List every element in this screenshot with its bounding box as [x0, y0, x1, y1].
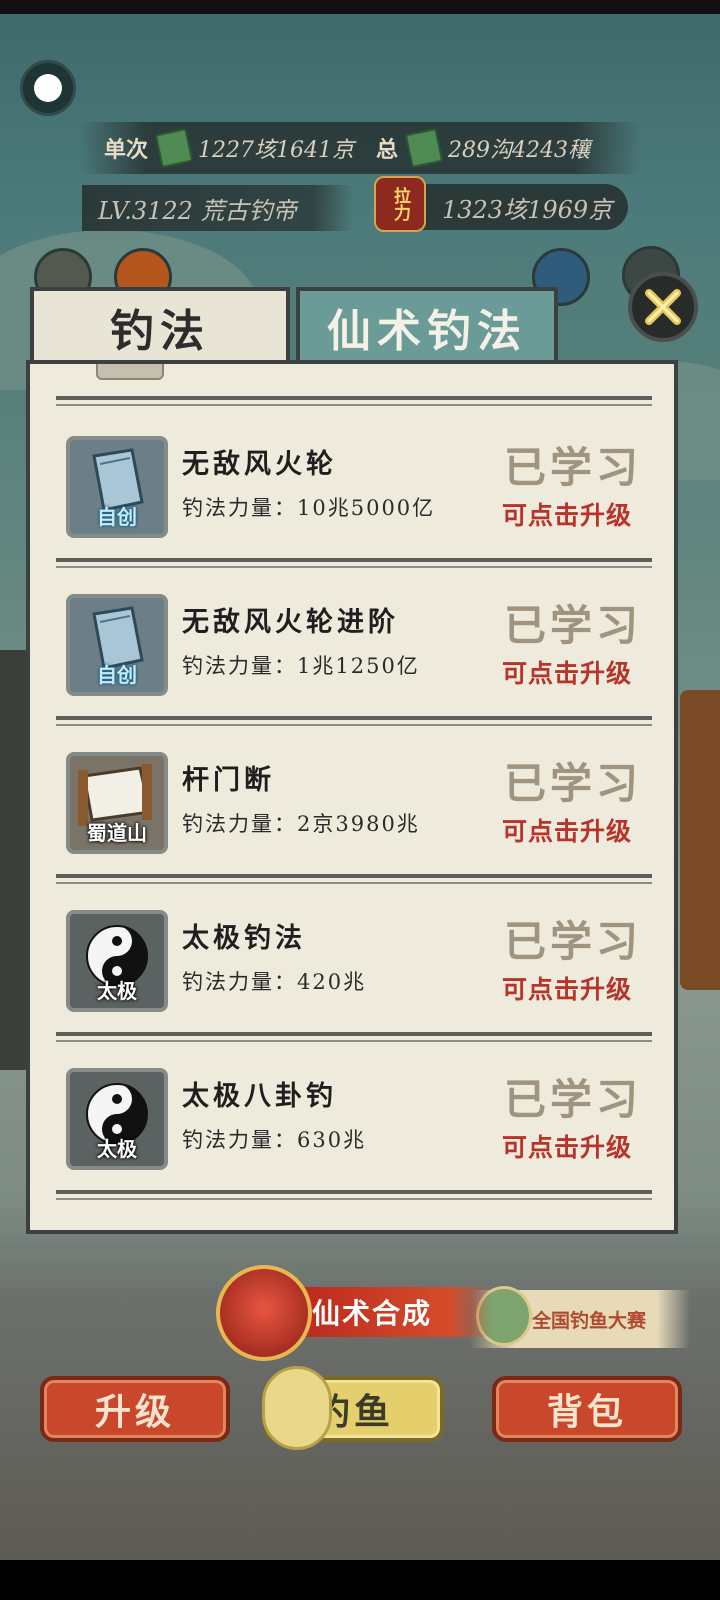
pull-power-icon: 拉力 [374, 176, 426, 232]
upgrade-button[interactable]: 升级 [40, 1376, 230, 1442]
taiji-icon: 太极 [66, 1068, 168, 1170]
skill-name: 无敌风火轮 [182, 449, 337, 480]
upgrade-hint[interactable]: 可点击升级 [502, 654, 632, 690]
total-value: 289沟4243穰 [448, 138, 590, 163]
skill-tag: 自创 [97, 505, 137, 529]
menu-dot-button[interactable] [20, 60, 76, 116]
background-boat [680, 690, 720, 990]
skill-list-panel[interactable]: 自创 无敌风火轮 钓法力量：10兆5000亿 已学习 可点击升级 自创 无敌风火… [26, 360, 678, 1234]
skill-row[interactable]: 自创 无敌风火轮进阶 钓法力量：1兆1250亿 已学习 可点击升级 [30, 564, 674, 722]
skill-power: 钓法力量：2京3980兆 [182, 812, 420, 836]
upgrade-hint[interactable]: 可点击升级 [502, 812, 632, 848]
bag-button[interactable]: 背包 [492, 1376, 682, 1442]
divider [56, 1190, 652, 1200]
learned-status: 已学习 [504, 1075, 643, 1124]
synthesis-label: 仙术合成 [282, 1287, 492, 1337]
meditating-figure-icon [216, 1265, 312, 1361]
learned-status: 已学习 [504, 759, 643, 808]
blue-scroll-icon: 自创 [66, 436, 168, 538]
close-button[interactable] [628, 272, 698, 342]
skill-tag: 蜀道山 [87, 821, 147, 845]
learned-status: 已学习 [504, 443, 643, 492]
total-label: 总 [376, 137, 399, 163]
banknote-icon [154, 128, 194, 168]
skill-row[interactable]: 自创 无敌风火轮 钓法力量：10兆5000亿 已学习 可点击升级 [30, 406, 674, 564]
skill-row[interactable]: 太极 太极钓法 钓法力量：420兆 已学习 可点击升级 [30, 880, 674, 1038]
learned-status: 已学习 [504, 917, 643, 966]
skill-row[interactable]: 蜀道山 杆门断 钓法力量：2京3980兆 已学习 可点击升级 [30, 722, 674, 880]
blue-scroll-icon: 自创 [66, 594, 168, 696]
skill-power: 钓法力量：420兆 [182, 970, 367, 994]
dot-icon [34, 74, 62, 102]
skill-name: 太极钓法 [182, 923, 306, 954]
close-icon [645, 289, 681, 325]
learned-status: 已学习 [504, 601, 643, 650]
skill-name: 杆门断 [182, 765, 275, 796]
fish-icon [262, 1366, 332, 1450]
tab-fishing-method[interactable]: 钓法 [30, 287, 290, 363]
skill-tag: 太极 [97, 979, 137, 1003]
partial-skill-icon [96, 364, 164, 380]
skill-power: 钓法力量：630兆 [182, 1128, 367, 1152]
immortal-synthesis-button[interactable]: 仙术合成 [216, 1265, 496, 1361]
banknote-icon [404, 128, 444, 168]
catch-stats-bar: 单次 1227垓1641京 总 289沟4243穰 [80, 122, 640, 174]
skill-power: 钓法力量：1兆1250亿 [182, 654, 420, 678]
upgrade-hint[interactable]: 可点击升级 [502, 970, 632, 1006]
skill-name: 无敌风火轮进阶 [182, 607, 399, 638]
taiji-icon: 太极 [66, 910, 168, 1012]
divider [56, 396, 652, 406]
skill-tag: 太极 [97, 1137, 137, 1161]
level-bar: LV.3122 荒古钓帝 [82, 185, 354, 231]
game-screen: 单次 1227垓1641京 总 289沟4243穰 LV.3122 荒古钓帝 1… [0, 0, 720, 1600]
skill-tag: 自创 [97, 663, 137, 687]
single-label: 单次 [104, 137, 149, 163]
paper-scroll-icon: 蜀道山 [66, 752, 168, 854]
upgrade-hint[interactable]: 可点击升级 [502, 496, 632, 532]
skill-row[interactable]: 太极 太极八卦钓 钓法力量：630兆 已学习 可点击升级 [30, 1038, 674, 1196]
tab-immortal-fishing[interactable]: 仙术钓法 [296, 287, 558, 363]
single-value: 1227垓1641京 [198, 138, 354, 163]
upgrade-hint[interactable]: 可点击升级 [502, 1128, 632, 1164]
skill-power: 钓法力量：10兆5000亿 [182, 496, 436, 520]
skill-name: 太极八卦钓 [182, 1081, 337, 1112]
